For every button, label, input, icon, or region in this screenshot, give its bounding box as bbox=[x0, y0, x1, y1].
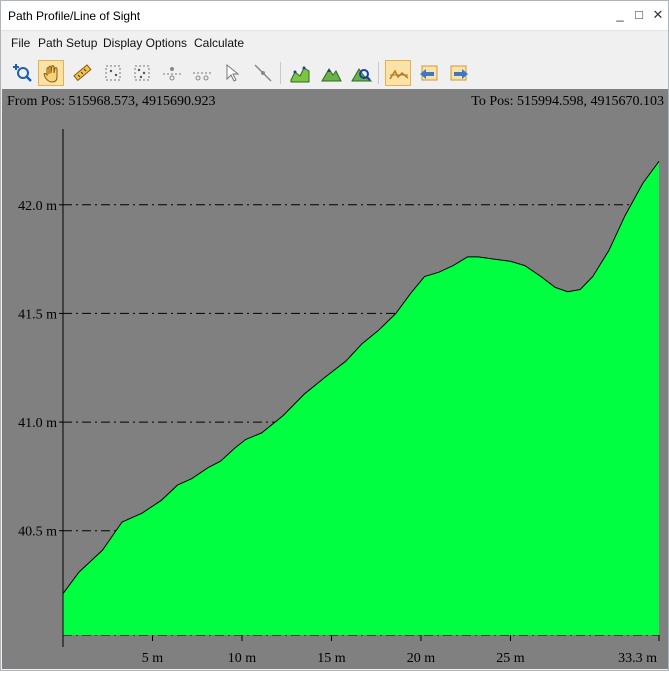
select-points-icon bbox=[134, 65, 150, 81]
x-tick-label: 15 m bbox=[317, 651, 346, 666]
x-tick-label: 5 m bbox=[142, 651, 164, 666]
profile-graph-icon bbox=[290, 66, 310, 83]
select-area-icon bbox=[105, 65, 121, 81]
zoom-in-button[interactable] bbox=[9, 60, 35, 86]
select-area-button[interactable] bbox=[100, 60, 126, 86]
menu-display-options[interactable]: Display Options bbox=[103, 36, 187, 50]
split-path-icon bbox=[193, 72, 211, 81]
zoom-in-icon bbox=[13, 64, 32, 82]
measure-button[interactable] bbox=[69, 60, 95, 86]
x-tick-label: 20 m bbox=[407, 651, 436, 666]
reverse-path-icon bbox=[420, 65, 438, 81]
reverse-path-button[interactable] bbox=[416, 60, 442, 86]
x-tick-label: 33.3 m bbox=[618, 651, 657, 666]
title-bar: Path Profile/Line of Sight _ □ ✕ bbox=[1, 1, 668, 31]
terrain-analyze-button[interactable] bbox=[348, 60, 374, 86]
y-tick-label: 42.0 m bbox=[18, 199, 57, 214]
menu-path-setup[interactable]: Path Setup bbox=[38, 36, 97, 50]
pan-hand-icon bbox=[43, 65, 58, 83]
menu-file[interactable]: File bbox=[11, 36, 30, 50]
close-button[interactable]: ✕ bbox=[649, 6, 667, 24]
profile-chart[interactable]: 40.5 m 41.0 m 41.5 m 42.0 m 5 m 10 m 15 m 20 m 2… bbox=[2, 89, 668, 669]
toolbar-separator bbox=[378, 62, 379, 84]
x-tick-label: 10 m bbox=[228, 651, 257, 666]
insert-vertex-button[interactable] bbox=[159, 60, 185, 86]
profile-window: Path Profile/Line of Sight _ □ ✕ File Pa… bbox=[0, 0, 669, 671]
menu-calculate[interactable]: Calculate bbox=[194, 36, 244, 50]
y-tick-label: 41.0 m bbox=[18, 416, 57, 431]
toolbar-separator bbox=[280, 62, 281, 84]
terrain-view-button[interactable] bbox=[318, 60, 344, 86]
toolbar bbox=[1, 58, 668, 88]
split-path-button[interactable] bbox=[189, 60, 215, 86]
maximize-button[interactable]: □ bbox=[630, 6, 648, 24]
terrain-view-icon bbox=[321, 68, 342, 82]
forward-path-button[interactable] bbox=[446, 60, 472, 86]
select-arrow-icon bbox=[226, 63, 240, 82]
y-tick-label: 40.5 m bbox=[18, 525, 57, 540]
line-of-sight-icon bbox=[389, 69, 409, 80]
pan-button[interactable] bbox=[38, 60, 64, 86]
x-tick-label: 25 m bbox=[496, 651, 525, 666]
minimize-button[interactable]: _ bbox=[611, 6, 629, 24]
menu-bar: File Path Setup Display Options Calculat… bbox=[1, 31, 668, 55]
to-position: To Pos: 515994.598, 4915670.103 bbox=[471, 94, 664, 109]
profile-plot[interactable]: 40.5 m 41.0 m 41.5 m 42.0 m 5 m 10 m 15 m 20 m 2… bbox=[2, 89, 668, 669]
forward-path-icon bbox=[450, 65, 468, 81]
terrain-analyze-icon bbox=[351, 68, 372, 82]
from-position: From Pos: 515968.573, 4915690.923 bbox=[7, 94, 215, 109]
line-of-sight-button[interactable] bbox=[385, 60, 411, 86]
delete-vertex-button[interactable] bbox=[250, 60, 276, 86]
delete-vertex-icon bbox=[254, 64, 272, 82]
insert-vertex-icon bbox=[163, 67, 181, 81]
window-title: Path Profile/Line of Sight bbox=[8, 9, 141, 23]
select-points-button[interactable] bbox=[129, 60, 155, 86]
select-arrow-button[interactable] bbox=[220, 60, 246, 86]
profile-graph-button[interactable] bbox=[287, 60, 313, 86]
measure-ruler-icon bbox=[73, 64, 92, 82]
y-tick-label: 41.5 m bbox=[18, 307, 57, 322]
